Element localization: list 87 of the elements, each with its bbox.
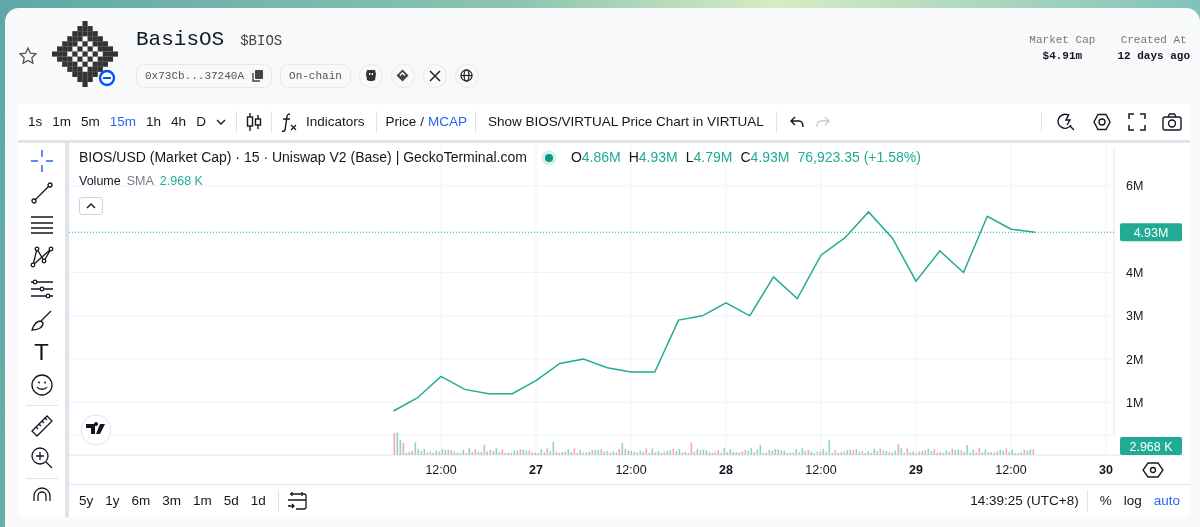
stat-value: 12 days ago [1117,49,1190,64]
x-logo-icon [428,69,441,82]
x-axis-label: 12:00 [615,463,647,477]
range-button[interactable]: 6m [127,488,155,514]
x-axis-label: 28 [719,463,733,477]
interval-tab[interactable]: 15m [105,109,141,135]
ruler-icon[interactable] [29,414,54,438]
stat-label: Created At [1120,32,1187,48]
stat-value: $4.91m [1042,49,1083,64]
ma-label: SMA [126,173,154,190]
chain-badge-icon [98,69,116,87]
interval-tab[interactable]: 1m [48,109,76,135]
y-axis-label: 3M [1126,309,1144,324]
scale-toggle[interactable]: % [1095,488,1116,514]
x-axis-label: 29 [909,463,923,477]
mascot-icon [364,69,377,83]
x-axis-label: 12:00 [425,463,457,477]
copy-icon[interactable] [252,69,264,82]
candles-icon[interactable] [244,112,263,132]
magnet-icon[interactable] [30,487,53,501]
volume-label: Volume [79,173,121,190]
ohlc-value: L4.79M [685,148,733,167]
chain-tag: On-chain [280,63,351,88]
chart-title: BIOS/USD (Market Cap) · 15 · Uniswap V2 (Base) | GeckoTerminal.com [79,148,527,167]
emoji-icon[interactable] [29,373,54,397]
last-price-badge: 4.93M [1120,223,1182,242]
settings-icon[interactable] [1092,112,1112,132]
quick-search-icon[interactable] [1056,112,1076,132]
zoom-in-icon[interactable] [29,446,54,470]
projection-icon[interactable] [29,277,54,301]
volume-badge: 2.968 K [1120,437,1182,455]
range-button[interactable]: 1d [246,488,270,514]
token-name: BasisOS [136,27,225,53]
interval-tab[interactable]: 1s [24,109,47,135]
pattern-icon[interactable] [29,245,54,269]
range-button[interactable]: 1y [101,488,124,514]
ohlc-value: C4.93M [740,148,790,167]
trend-line-icon[interactable] [29,181,54,205]
x-axis-label: 12:00 [995,463,1027,477]
text-tool[interactable]: T [34,341,49,365]
scale-toggle[interactable]: log [1119,488,1146,514]
crosshair-icon[interactable] [29,149,54,173]
price-mode-toggle[interactable]: Price [385,109,417,135]
function-icon[interactable] [279,112,298,132]
price-mode-toggle[interactable]: MCAP [427,109,467,135]
tradingview-logo-icon[interactable] [80,414,112,446]
indicators-button[interactable]: Indicators [301,109,369,135]
star-icon[interactable] [18,46,38,66]
range-button[interactable]: 5y [75,488,98,514]
go-to-date-icon[interactable] [286,491,307,511]
interval-tab[interactable]: 1h [142,109,166,135]
range-button[interactable]: 3m [158,488,186,514]
interval-tab[interactable]: 5m [77,109,104,135]
collapse-legend-button[interactable] [79,196,103,215]
interval-tab[interactable]: D [192,109,210,135]
interval-tab[interactable]: 4h [167,109,191,135]
volume-value: 2.968 K [159,173,203,190]
caret-icon [86,202,96,209]
range-button[interactable]: 1m [189,488,216,514]
change-value: 76,923.35 (+1.58%) [797,148,921,167]
axis-settings-icon[interactable] [1142,462,1164,478]
fib-lines-icon[interactable] [29,213,54,237]
range-button[interactable]: 5d [219,488,243,514]
ohlc-value: O4.86M [570,148,621,167]
y-axis-label: 6M [1126,179,1144,194]
fullscreen-icon[interactable] [1128,113,1146,131]
y-axis-label: 4M [1126,266,1144,280]
token-ticker: $BIOS [240,32,283,51]
x-axis-label: 30 [1099,463,1113,477]
y-axis-label: 1M [1126,395,1144,410]
scale-toggle[interactable]: auto [1149,488,1184,514]
status-dot [540,149,557,166]
stat-label: Market Cap [1029,32,1096,48]
compare-toggle[interactable]: Show BIOS/VIRTUAL Price Chart in VIRTUAL [483,109,768,135]
x-axis-label: 27 [529,463,543,477]
address-chip[interactable]: 0x73Cb...37240A [136,63,273,88]
contract-address: 0x73Cb...37240A [145,68,245,84]
x-axis-label: 12:00 [805,463,837,477]
brush-icon[interactable] [29,309,54,333]
y-axis-label: 2M [1126,352,1144,367]
clock-time: 14:39:25 (UTC+8) [970,491,1079,510]
mode-separator: / [420,112,424,131]
camera-icon[interactable] [1162,113,1182,131]
token-logo-icon [52,21,118,87]
globe-icon [460,69,474,83]
undo-icon[interactable] [788,115,805,129]
ohlc-value: H4.93M [628,148,678,167]
